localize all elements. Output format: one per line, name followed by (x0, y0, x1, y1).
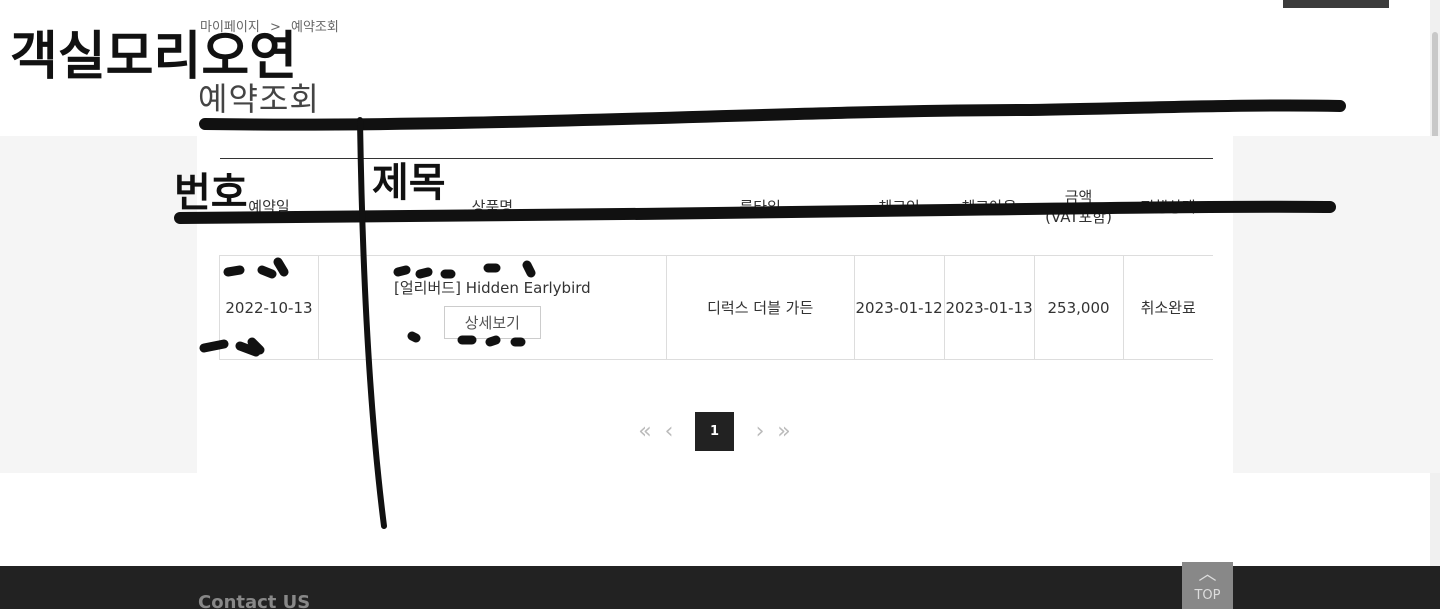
cell-status: 취소완료 (1122, 255, 1213, 360)
header-product: 상품명 (318, 158, 667, 256)
breadcrumb: 마이페이지 > 예약조회 (200, 16, 345, 35)
cell-amount: 253,000 (1033, 255, 1124, 360)
cell-checkin: 2023-01-12 (853, 255, 945, 360)
detail-button[interactable]: 상세보기 (443, 305, 541, 339)
prev-page-icon[interactable]: ‹ (657, 419, 681, 444)
breadcrumb-reservation[interactable]: 예약조회 (291, 20, 339, 35)
top-label: TOP (1194, 588, 1221, 603)
footer-contact-title: Contact US (198, 592, 311, 609)
pagination: « ‹ 1 › » (633, 411, 796, 451)
cell-product: [얼리버드] Hidden Earlybird 상세보기 (317, 255, 667, 360)
header-button[interactable] (1283, 0, 1389, 8)
breadcrumb-mypage[interactable]: 마이페이지 (200, 20, 260, 35)
last-page-icon[interactable]: » (772, 419, 796, 444)
page-1-button[interactable]: 1 (695, 411, 734, 451)
strike-line-top (199, 99, 1346, 131)
header-room-type: 룸타입 (666, 158, 855, 256)
header-checkout: 체크아웃 (944, 158, 1035, 256)
header-checkin: 체크인 (854, 158, 945, 256)
next-page-icon[interactable]: › (748, 419, 772, 444)
cell-checkout: 2023-01-13 (943, 255, 1035, 360)
chevron-up-icon: ︿ (1198, 564, 1217, 585)
header-date: 예약일 (219, 158, 319, 256)
page-title: 예약조회 (198, 80, 320, 118)
header-status: 진행상태 (1123, 158, 1213, 256)
table-row: 2022-10-13 [얼리버드] Hidden Earlybird 상세보기 … (219, 255, 1213, 360)
cell-room: 디럭스 더블 가든 (665, 255, 855, 360)
first-page-icon[interactable]: « (633, 419, 657, 444)
header-amount: 금액 (VAT포함) (1034, 158, 1123, 256)
scroll-top-button[interactable]: ︿ TOP (1182, 562, 1233, 609)
cell-date: 2022-10-13 (219, 255, 319, 360)
table-header-row: 예약일 상품명 룸타입 체크인 체크아웃 금액 (VAT포함) 진행상태 (219, 158, 1213, 256)
product-name: [얼리버드] Hidden Earlybird (394, 278, 591, 297)
breadcrumb-separator: > (269, 20, 281, 35)
reservation-table: 예약일 상품명 룸타입 체크인 체크아웃 금액 (VAT포함) 진행상태 202… (219, 158, 1213, 360)
